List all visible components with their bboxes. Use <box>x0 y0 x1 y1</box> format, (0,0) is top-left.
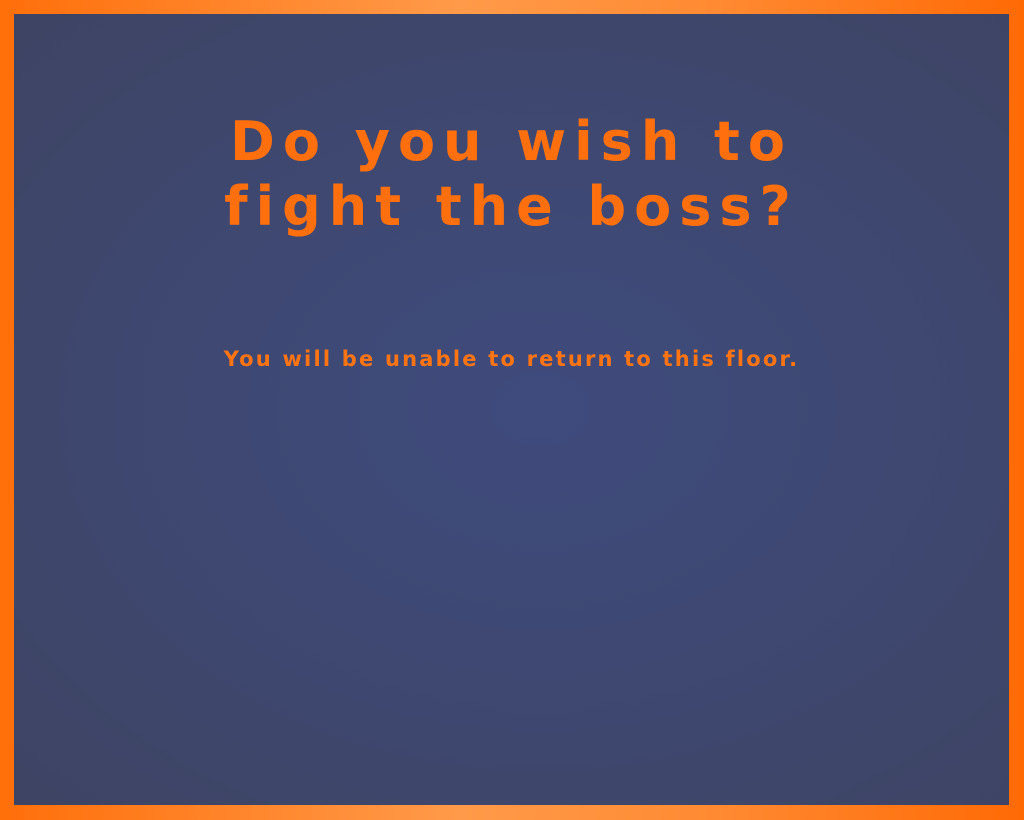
dialog-title: Do you wish to fight the boss? <box>14 109 1009 239</box>
dialog-title-line-1: Do you wish to <box>230 110 793 173</box>
dialog-title-line-2: fight the boss? <box>224 175 799 238</box>
dialog-frame: Do you wish to fight the boss? You will … <box>0 0 1024 820</box>
warning-message: You will be unable to return to this flo… <box>223 347 800 371</box>
dialog-panel: Do you wish to fight the boss? You will … <box>14 14 1009 805</box>
